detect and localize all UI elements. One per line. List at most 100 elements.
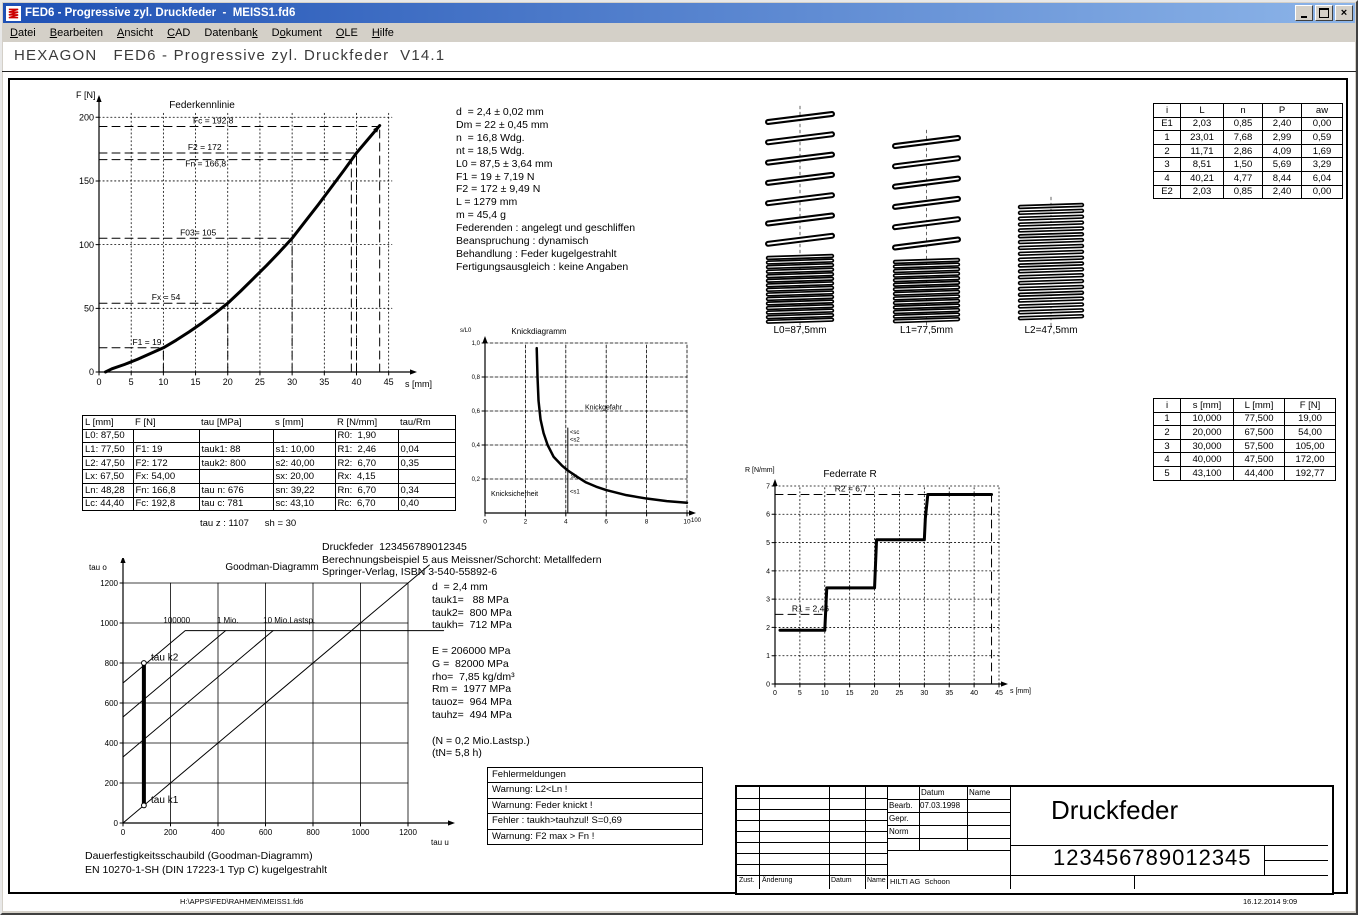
spring-parameters: d = 2,4 ± 0,02 mmDm = 22 ± 0,45 mmn = 16…	[456, 106, 635, 274]
material-line: tauhz= 494 MPa	[432, 709, 530, 722]
table-cell: 1,50	[1224, 158, 1263, 172]
svg-text:2: 2	[766, 625, 770, 632]
material-line: taukh= 712 MPa	[432, 619, 530, 632]
svg-text:0,6: 0,6	[472, 409, 481, 415]
svg-text:200: 200	[105, 779, 119, 788]
results-caption: tau z : 1107 sh = 30	[200, 518, 296, 529]
material-line: G = 82000 MPa	[432, 658, 530, 671]
spring-parameter-line: Dm = 22 ± 0,45 mm	[456, 119, 635, 132]
svg-text:·100: ·100	[689, 518, 702, 524]
table-cell: sx: 20,00	[273, 470, 335, 484]
table-cell: s2: 40,00	[273, 456, 335, 470]
table-cell: 20,000	[1181, 426, 1234, 440]
menu-item-datenbank[interactable]: Datenbank	[197, 25, 264, 41]
svg-text:15: 15	[846, 690, 854, 697]
titleblock-zust-label: Zust.	[739, 877, 755, 884]
drawing-title: Druckfeder	[1051, 795, 1178, 826]
titleblock-datum2-label: Datum	[831, 877, 852, 884]
table-cell: tau n: 676	[199, 483, 273, 497]
svg-text:30: 30	[287, 377, 297, 387]
table-cell: 44,400	[1234, 466, 1285, 480]
svg-text:Knicksicherheit: Knicksicherheit	[491, 491, 538, 498]
drawing-number: 123456789012345	[1053, 845, 1252, 871]
svg-text:100000: 100000	[163, 616, 190, 625]
menu-item-cad[interactable]: CAD	[160, 25, 197, 41]
titleblock-line	[1010, 845, 1328, 846]
titleblock-line	[865, 787, 866, 889]
close-button[interactable]: ×	[1335, 5, 1353, 21]
error-box-title: Fehlermeldungen	[488, 768, 702, 782]
table-row: 38,511,505,693,29	[1154, 158, 1343, 172]
table-cell: L1: 77,50	[83, 443, 134, 457]
table-row: 110,00077,50019,00	[1154, 412, 1336, 426]
goodman-caption-line: EN 10270-1-SH (DIN 17223-1 Typ C) kugelg…	[85, 864, 327, 878]
table-cell: 7,68	[1224, 131, 1263, 145]
reference-line: Druckfeder 123456789012345	[322, 541, 602, 554]
table-cell: 2	[1154, 426, 1181, 440]
svg-text:F1 = 19: F1 = 19	[132, 337, 161, 347]
table-cell: 0,59	[1302, 131, 1343, 145]
goodman-chart: 0200400600800100012000200400600800100012…	[85, 558, 460, 858]
table-cell	[199, 470, 273, 484]
spring-parameter-line: nt = 18,5 Wdg.	[456, 145, 635, 158]
titleblock-line	[887, 850, 1010, 851]
menu-item-dokument[interactable]: Dokument	[265, 25, 329, 41]
material-line: tauk1= 88 MPa	[432, 594, 530, 607]
federkennlinie-chart: Fc = 192,8F2 = 172Fn = 166,8F03= 105Fx =…	[62, 88, 464, 396]
menu-item-bearbeiten[interactable]: Bearbeiten	[43, 25, 110, 41]
table-cell: 4	[1154, 453, 1181, 467]
menu-item-datei[interactable]: Datei	[3, 25, 43, 41]
column-header: F [N]	[133, 416, 199, 430]
table-cell: 11,71	[1181, 144, 1224, 158]
titleblock-line	[967, 787, 968, 850]
menu-item-ansicht[interactable]: Ansicht	[110, 25, 160, 41]
reference-line: Springer-Verlag, ISBN 3-540-55892-6	[322, 566, 602, 579]
table-cell: Rc: 6,70	[335, 497, 398, 511]
table-cell: 3	[1154, 158, 1181, 172]
minimize-icon	[1301, 16, 1307, 18]
svg-text:200: 200	[164, 828, 178, 837]
svg-text:5: 5	[766, 540, 770, 547]
svg-text:Federkennlinie: Federkennlinie	[169, 100, 235, 111]
table-row: 123,017,682,990,59	[1154, 131, 1343, 145]
spring-parameter-line: Fertigungsausgleich : keine Angaben	[456, 261, 635, 274]
table-row: L0: 87,50R0: 1,90	[83, 429, 456, 443]
svg-text:0: 0	[483, 519, 487, 526]
table-cell: Lx: 67,50	[83, 470, 134, 484]
titleblock-line	[1264, 860, 1328, 861]
table-cell: 57,500	[1234, 439, 1285, 453]
titleblock-line	[887, 799, 1010, 800]
table-cell: 40,21	[1181, 171, 1224, 185]
titleblock-line	[887, 787, 888, 889]
column-header: i	[1154, 399, 1181, 413]
column-header: i	[1154, 104, 1181, 118]
svg-text:1000: 1000	[352, 828, 370, 837]
title-bar[interactable]: FED6 - Progressive zyl. Druckfeder - MEI…	[3, 3, 1355, 23]
material-line: (tN= 5,8 h)	[432, 747, 530, 760]
table-cell: s1: 10,00	[273, 443, 335, 457]
table-cell: R1: 2,46	[335, 443, 398, 457]
svg-text:7: 7	[766, 483, 770, 490]
menu-item-hilfe[interactable]: Hilfe	[365, 25, 401, 41]
svg-text:100: 100	[79, 240, 94, 250]
menu-item-ole[interactable]: OLE	[329, 25, 365, 41]
menu-bar: DateiBearbeitenAnsichtCADDatenbankDokume…	[3, 23, 1355, 42]
svg-text:R [N/mm]: R [N/mm]	[745, 467, 775, 474]
svg-text:0,4: 0,4	[472, 443, 481, 449]
maximize-button[interactable]	[1315, 5, 1333, 21]
knickdiagramm-chart: 02468100,20,40,60,81,0KnickgefahrKnicksi…	[455, 322, 711, 528]
minimize-button[interactable]	[1295, 5, 1313, 21]
svg-text:45: 45	[384, 377, 394, 387]
material-line: tauk2= 800 MPa	[432, 607, 530, 620]
material-line: rho= 7,85 kg/dm³	[432, 671, 530, 684]
svg-text:Fn = 166,8: Fn = 166,8	[185, 159, 226, 169]
titleblock-line	[1134, 875, 1135, 889]
spring-parameter-line: F2 = 172 ± 9,49 N	[456, 183, 635, 196]
maximize-icon	[1319, 8, 1329, 18]
table-row: 440,00047,500172,00	[1154, 453, 1336, 467]
table-cell: 54,00	[1285, 426, 1336, 440]
titleblock-line	[1010, 787, 1011, 889]
results-table: L [mm]F [N]tau [MPa]s [mm]R [N/mm]tau/Rm…	[82, 415, 456, 511]
svg-text:tau o: tau o	[89, 563, 107, 572]
error-message: Warnung: F2 max > Fn !	[488, 829, 702, 844]
